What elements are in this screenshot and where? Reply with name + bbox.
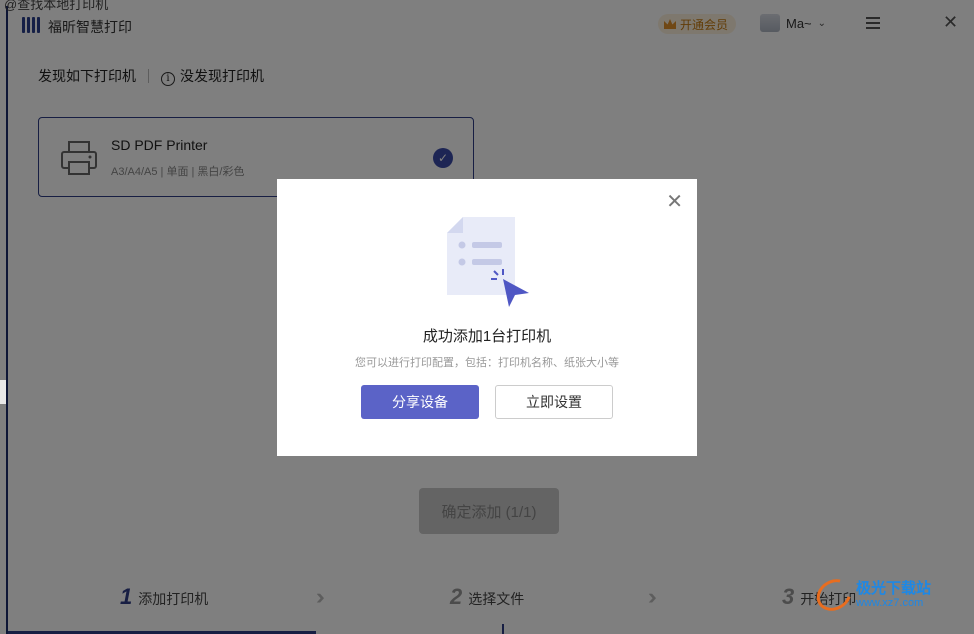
share-device-button[interactable]: 分享设备 bbox=[361, 385, 479, 419]
setup-now-button[interactable]: 立即设置 bbox=[495, 385, 613, 419]
watermark-text: 极光下载站 bbox=[856, 580, 932, 597]
watermark-url: www.xz7.com bbox=[856, 597, 924, 609]
dialog-title: 成功添加1台打印机 bbox=[422, 328, 552, 345]
document-cursor-icon bbox=[447, 217, 529, 307]
dialog-subtitle: 您可以进行打印配置，包括：打印机名称、纸张大小等 bbox=[355, 357, 619, 369]
watermark: 极光下载站 www.xz7.com bbox=[810, 573, 932, 617]
success-dialog: ✕ 成功添加1台打印机 您可以进行打印配置，包括：打印机名称、纸张大小等 分享设… bbox=[277, 179, 697, 456]
background-window-text: @查找本地打印机 bbox=[4, 0, 109, 12]
edge-element bbox=[0, 380, 6, 404]
close-icon[interactable]: ✕ bbox=[666, 189, 683, 214]
